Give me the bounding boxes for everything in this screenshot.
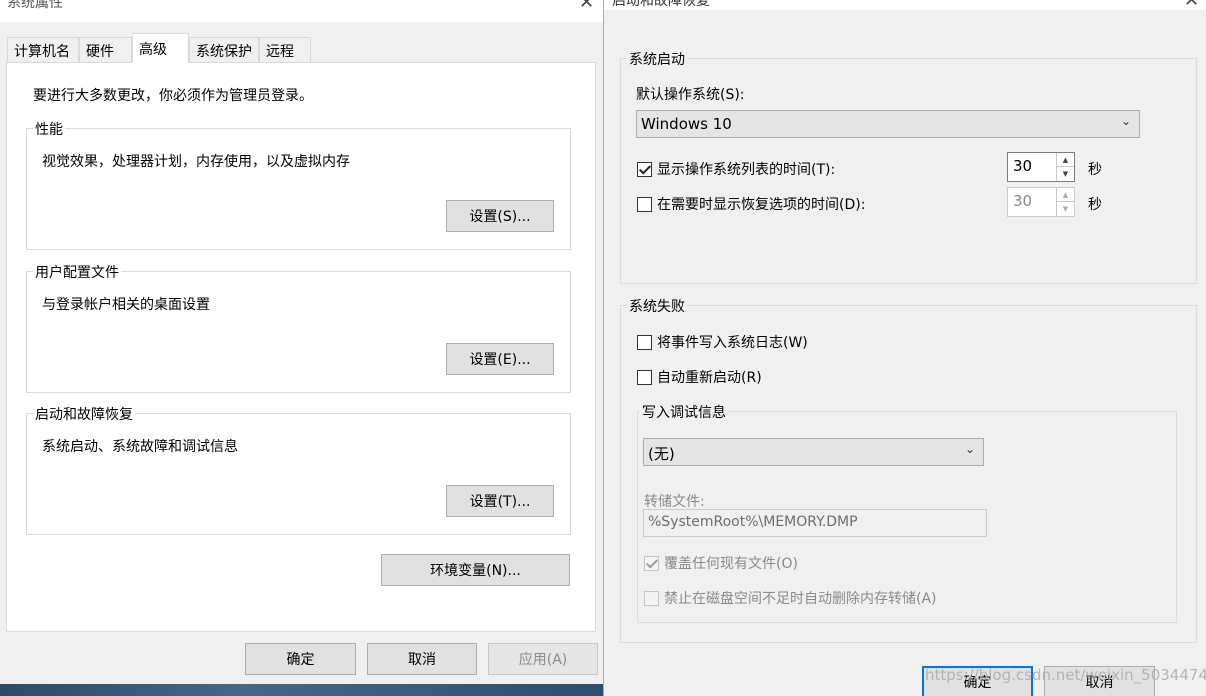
default-os-value: Windows 10 [641, 115, 732, 133]
tab-computer-name[interactable]: 计算机名 [7, 37, 79, 62]
spin-down-icon[interactable]: ▼ [1057, 202, 1074, 216]
watermark-text: https://blog.csdn.net/weixin_50344742 [925, 666, 1206, 684]
environment-variables-button[interactable]: 环境变量(N)... [381, 554, 570, 586]
window-title: 系统属性 [7, 0, 63, 11]
cancel-button[interactable]: 取消 [367, 643, 477, 675]
tab-advanced[interactable]: 高级 [132, 33, 189, 63]
spin-buttons: ▲ ▼ [1056, 188, 1074, 216]
auto-restart-label: 自动重新启动(R) [657, 370, 762, 386]
performance-group: 性能 视觉效果，处理器计划，内存使用，以及虚拟内存 设置(S)... [26, 119, 571, 250]
startup-recovery-settings-button[interactable]: 设置(T)... [446, 485, 554, 517]
spin-down-icon[interactable]: ▼ [1057, 167, 1074, 181]
title-bar: 系统属性 ✕ [0, 0, 603, 22]
user-profiles-settings-button[interactable]: 设置(E)... [446, 343, 554, 375]
default-os-select[interactable]: Windows 10 ⌄ [636, 110, 1140, 138]
window-title: 启动和故障恢复 [612, 0, 710, 9]
show-os-list-label: 显示操作系统列表的时间(T): [657, 162, 836, 178]
show-recovery-seconds-input[interactable]: 30 ▲ ▼ [1007, 187, 1075, 217]
performance-legend: 性能 [33, 119, 65, 139]
debug-info-select[interactable]: (无) ⌄ [643, 438, 984, 466]
desktop-background-strip [0, 684, 603, 696]
performance-description: 视觉效果，处理器计划，内存使用，以及虚拟内存 [42, 154, 350, 170]
dump-file-label: 转储文件: [644, 494, 705, 510]
overwrite-checkbox[interactable]: 覆盖任何现有文件(O) [644, 553, 798, 573]
user-profiles-group: 用户配置文件 与登录帐户相关的桌面设置 设置(E)... [26, 262, 571, 393]
spin-up-icon[interactable]: ▲ [1057, 188, 1074, 202]
write-event-label: 将事件写入系统日志(W) [657, 335, 808, 351]
startup-recovery-group: 启动和故障恢复 系统启动、系统故障和调试信息 设置(T)... [26, 404, 571, 535]
advanced-tab-panel: 要进行大多数更改，你必须作为管理员登录。 性能 视觉效果，处理器计划，内存使用，… [6, 62, 596, 632]
checkbox-box[interactable] [637, 161, 652, 177]
checkbox-box[interactable] [644, 555, 659, 571]
performance-settings-button[interactable]: 设置(S)... [446, 200, 554, 232]
checkbox-box[interactable] [637, 369, 652, 385]
startup-recovery-description: 系统启动、系统故障和调试信息 [42, 439, 238, 455]
ok-button[interactable]: 确定 [245, 643, 356, 675]
dump-file-input[interactable]: %SystemRoot%\MEMORY.DMP [643, 509, 987, 537]
spin-up-icon[interactable]: ▲ [1057, 153, 1074, 167]
system-failure-group: 系统失败 将事件写入系统日志(W) 自动重新启动(R) 写入调试信息 (无) ⌄… [620, 296, 1197, 643]
system-startup-group: 系统启动 默认操作系统(S): Windows 10 ⌄ 显示操作系统列表的时间… [620, 49, 1197, 284]
system-startup-legend: 系统启动 [627, 49, 687, 69]
seconds-unit: 秒 [1088, 197, 1102, 213]
checkbox-box[interactable] [637, 334, 652, 350]
user-profiles-description: 与登录帐户相关的桌面设置 [42, 297, 210, 313]
tab-system-protection[interactable]: 系统保护 [189, 37, 259, 62]
show-recovery-label: 在需要时显示恢复选项的时间(D): [657, 197, 866, 213]
system-properties-window: 系统属性 ✕ 计算机名 硬件 高级 系统保护 远程 要进行大多数更改，你必须作为… [0, 0, 603, 696]
disable-auto-delete-checkbox[interactable]: 禁止在磁盘空间不足时自动删除内存转储(A) [644, 588, 937, 608]
write-event-checkbox[interactable]: 将事件写入系统日志(W) [637, 332, 808, 352]
debug-info-legend: 写入调试信息 [640, 402, 728, 422]
close-icon[interactable]: ✕ [1184, 0, 1199, 11]
checkbox-box[interactable] [637, 196, 652, 212]
show-recovery-seconds-value: 30 [1013, 192, 1033, 210]
debug-info-value: (无) [648, 445, 675, 463]
dump-file-value: %SystemRoot%\MEMORY.DMP [648, 514, 858, 530]
show-os-list-checkbox[interactable]: 显示操作系统列表的时间(T): [637, 159, 835, 179]
startup-recovery-window: 启动和故障恢复 ✕ 系统启动 默认操作系统(S): Windows 10 ⌄ 显… [603, 0, 1206, 696]
show-os-list-seconds-value: 30 [1013, 157, 1033, 175]
admin-notice: 要进行大多数更改，你必须作为管理员登录。 [33, 88, 313, 104]
show-os-list-seconds-input[interactable]: 30 ▲ ▼ [1007, 152, 1075, 182]
chevron-down-icon: ⌄ [964, 442, 975, 456]
startup-recovery-legend: 启动和故障恢复 [33, 404, 135, 424]
spin-buttons: ▲ ▼ [1056, 153, 1074, 181]
auto-restart-checkbox[interactable]: 自动重新启动(R) [637, 367, 762, 387]
tab-hardware[interactable]: 硬件 [79, 37, 132, 62]
checkbox-box[interactable] [644, 590, 659, 606]
title-bar: 启动和故障恢复 ✕ [604, 0, 1206, 11]
debug-info-group: 写入调试信息 (无) ⌄ 转储文件: %SystemRoot%\MEMORY.D… [637, 402, 1177, 623]
system-failure-legend: 系统失败 [627, 296, 687, 316]
disable-auto-delete-label: 禁止在磁盘空间不足时自动删除内存转储(A) [664, 591, 937, 607]
show-recovery-checkbox[interactable]: 在需要时显示恢复选项的时间(D): [637, 194, 865, 214]
user-profiles-legend: 用户配置文件 [33, 262, 121, 282]
overwrite-label: 覆盖任何现有文件(O) [664, 556, 798, 572]
close-icon[interactable]: ✕ [579, 0, 594, 13]
seconds-unit: 秒 [1088, 162, 1102, 178]
chevron-down-icon: ⌄ [1120, 114, 1131, 128]
apply-button[interactable]: 应用(A) [488, 643, 598, 675]
default-os-label: 默认操作系统(S): [636, 87, 745, 103]
tab-remote[interactable]: 远程 [259, 37, 311, 62]
